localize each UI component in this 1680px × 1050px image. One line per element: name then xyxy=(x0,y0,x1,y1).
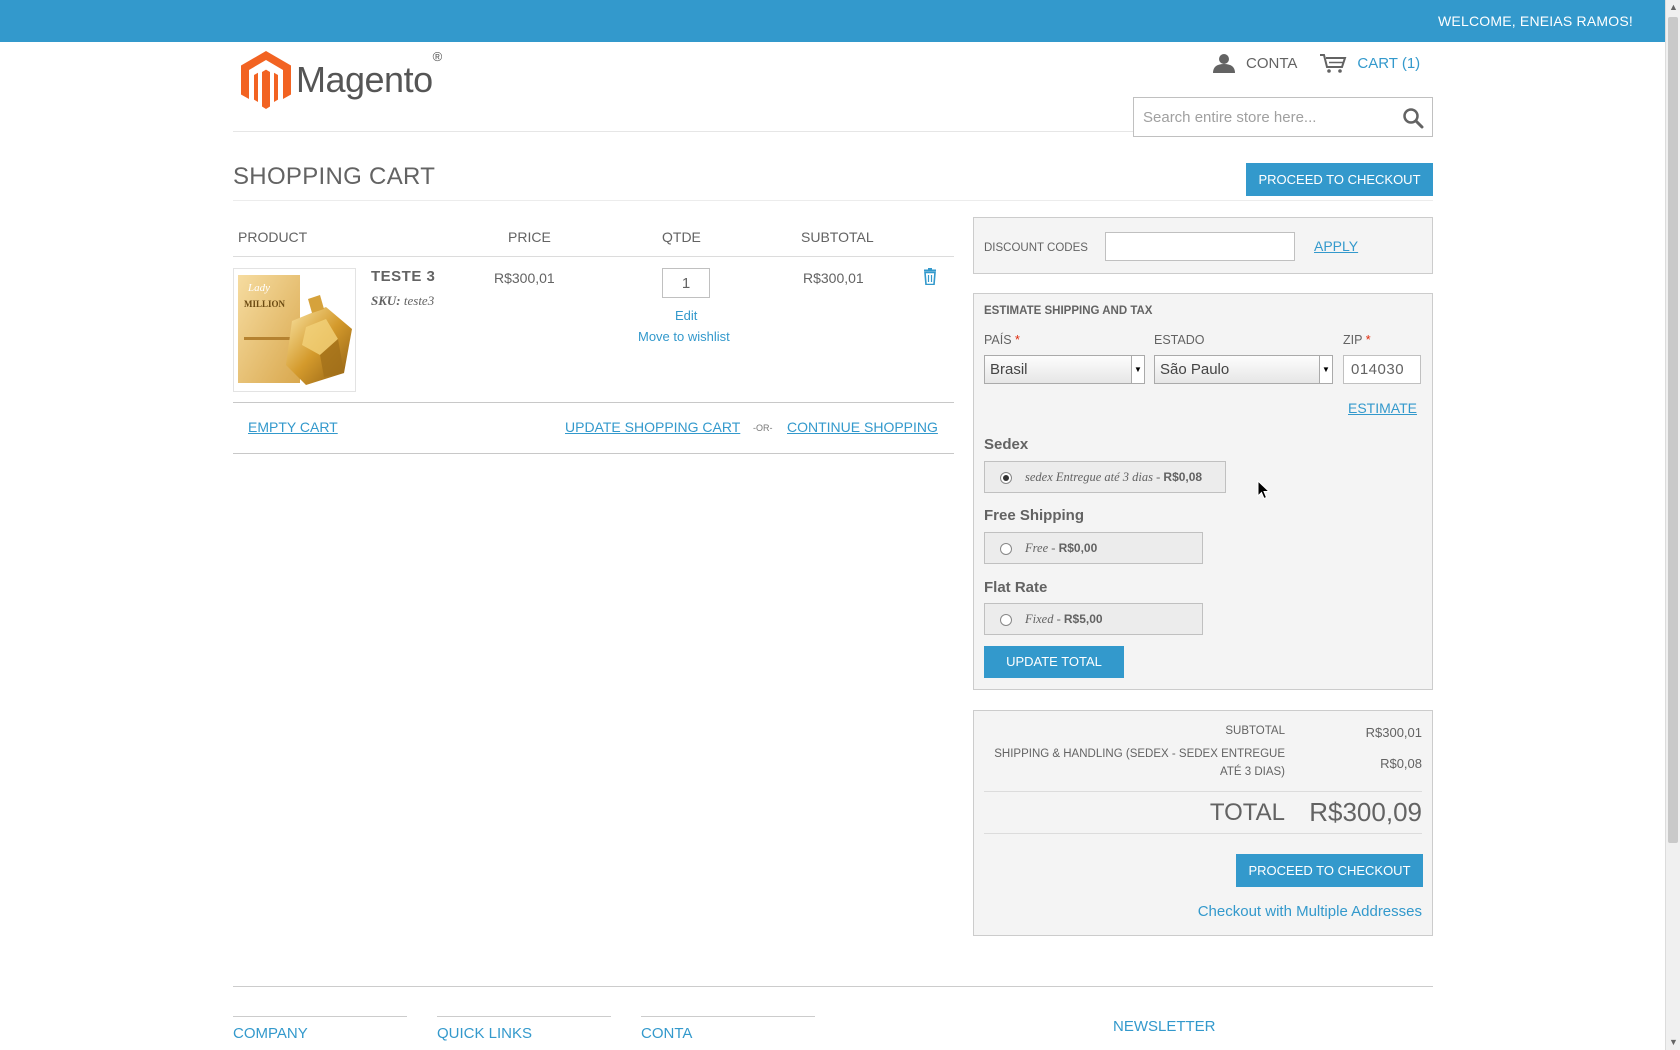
radio-free[interactable] xyxy=(1000,543,1012,555)
scroll-up-icon[interactable]: ▲ xyxy=(1669,3,1678,12)
carrier-sedex-title: Sedex xyxy=(984,436,1029,453)
account-link[interactable]: CONTA xyxy=(1212,53,1297,73)
update-total-button[interactable]: UPDATE TOTAL xyxy=(984,646,1124,678)
carrier-free-title: Free Shipping xyxy=(984,507,1085,524)
rate-option-free[interactable]: Free - R$0,00 xyxy=(984,532,1203,564)
column-subtotal: SUBTOTAL xyxy=(801,229,874,245)
welcome-message: WELCOME, ENEIAS RAMOS! xyxy=(1438,13,1633,29)
shipping-label-line2: ATÉ 3 DIAS) xyxy=(1220,766,1285,778)
multiple-addresses-link[interactable]: Checkout with Multiple Addresses xyxy=(1198,903,1422,920)
rate-free-text: Free - R$0,00 xyxy=(1025,541,1098,555)
rate-flatrate-text: Fixed - R$5,00 xyxy=(1025,612,1103,626)
user-icon xyxy=(1213,54,1235,73)
product-subtotal: R$300,01 xyxy=(803,270,864,286)
remove-item-button[interactable] xyxy=(923,268,937,288)
footer-company[interactable]: COMPANY xyxy=(233,1016,407,1042)
scroll-down-icon[interactable]: ▼ xyxy=(1669,1038,1678,1047)
cart-icon xyxy=(1320,54,1347,73)
apply-discount-link[interactable]: APPLY xyxy=(1314,238,1358,254)
radio-flatrate[interactable] xyxy=(1000,614,1012,626)
empty-cart-link[interactable]: EMPTY CART xyxy=(248,419,338,435)
search-button[interactable] xyxy=(1402,107,1424,132)
subtotal-value: R$300,01 xyxy=(1365,725,1422,740)
scrollbar[interactable]: ▲ ▼ xyxy=(1665,0,1680,1050)
discount-code-input[interactable] xyxy=(1105,232,1295,261)
shipping-estimate-panel: ESTIMATE SHIPPING AND TAX PAÍS * ESTADO … xyxy=(973,293,1433,690)
column-product: PRODUCT xyxy=(238,229,308,245)
column-price: PRICE xyxy=(508,229,551,245)
search-icon xyxy=(1403,108,1424,129)
update-shopping-cart-link[interactable]: UPDATE SHOPPING CART xyxy=(565,419,740,435)
chevron-down-icon: ▼ xyxy=(1131,356,1144,383)
cart-label: CART (1) xyxy=(1357,54,1421,72)
zip-input[interactable] xyxy=(1343,355,1421,384)
product-image[interactable]: Lady MILLION xyxy=(233,268,356,392)
zip-label: ZIP * xyxy=(1343,333,1371,347)
continue-shopping-link[interactable]: CONTINUE SHOPPING xyxy=(787,419,938,435)
estimate-link[interactable]: ESTIMATE xyxy=(1348,400,1417,416)
footer-account[interactable]: CONTA xyxy=(641,1016,815,1042)
search-box xyxy=(1133,97,1433,137)
subtotal-label: SUBTOTAL xyxy=(1225,725,1285,737)
logo-text: Magento® xyxy=(296,49,442,100)
discount-panel: DISCOUNT CODES APPLY xyxy=(973,217,1433,274)
magento-logo-icon xyxy=(241,51,291,109)
carrier-flatrate-title: Flat Rate xyxy=(984,579,1048,596)
radio-sedex[interactable] xyxy=(1000,472,1012,484)
grand-total-divider xyxy=(984,833,1422,834)
rate-sedex-text: sedex Entregue até 3 dias - R$0,08 xyxy=(1025,470,1203,484)
column-qty: QTDE xyxy=(662,229,701,245)
title-divider xyxy=(233,200,1433,201)
edit-item-link[interactable]: Edit xyxy=(675,308,697,323)
top-bar: WELCOME, ENEIAS RAMOS! xyxy=(0,0,1665,42)
trash-icon xyxy=(924,268,936,286)
footer-quick-links[interactable]: QUICK LINKS xyxy=(437,1016,611,1042)
move-to-wishlist-link[interactable]: Move to wishlist xyxy=(638,329,730,344)
page-title: SHOPPING CART xyxy=(233,163,436,190)
product-price: R$300,01 xyxy=(494,270,555,286)
header-links: CONTA CART (1) xyxy=(1212,53,1420,73)
header-divider xyxy=(233,131,1133,132)
svg-text:Lady: Lady xyxy=(247,282,270,294)
magento-logo[interactable]: Magento® xyxy=(241,49,442,109)
account-label: CONTA xyxy=(1246,54,1298,72)
grand-total-label: TOTAL xyxy=(1209,799,1285,826)
product-name[interactable]: TESTE 3 xyxy=(371,268,435,285)
totals-panel: SUBTOTAL R$300,01 SHIPPING & HANDLING (S… xyxy=(973,710,1433,936)
shipping-label-line1: SHIPPING & HANDLING (SEDEX - SEDEX ENTRE… xyxy=(994,748,1285,760)
search-input[interactable] xyxy=(1134,98,1384,136)
or-separator: -OR- xyxy=(753,423,773,433)
footer-divider xyxy=(233,986,1433,987)
table-header-divider xyxy=(233,256,954,257)
shipping-title: ESTIMATE SHIPPING AND TAX xyxy=(984,305,1153,317)
proceed-to-checkout-button[interactable]: PROCEED TO CHECKOUT xyxy=(1236,854,1423,887)
state-select[interactable]: São Paulo ▼ xyxy=(1154,355,1333,384)
country-select[interactable]: Brasil ▼ xyxy=(984,355,1145,384)
actions-divider xyxy=(233,453,954,454)
product-sku: SKU: teste3 xyxy=(371,293,435,308)
row-divider xyxy=(233,402,954,403)
scroll-thumb[interactable] xyxy=(1668,17,1678,843)
mouse-cursor-icon xyxy=(1257,480,1270,500)
state-label: ESTADO xyxy=(1154,333,1205,347)
country-label: PAÍS * xyxy=(984,333,1020,347)
proceed-to-checkout-top-button[interactable]: PROCEED TO CHECKOUT xyxy=(1246,163,1433,196)
cart-link[interactable]: CART (1) xyxy=(1319,53,1420,73)
country-value: Brasil xyxy=(990,361,1028,378)
shipping-value: R$0,08 xyxy=(1380,756,1422,771)
rate-option-sedex[interactable]: sedex Entregue até 3 dias - R$0,08 xyxy=(984,461,1226,493)
quantity-input[interactable] xyxy=(662,268,710,298)
chevron-down-icon: ▼ xyxy=(1319,356,1332,383)
perfume-image: Lady MILLION xyxy=(238,275,352,385)
totals-divider xyxy=(984,791,1422,792)
grand-total-value: R$300,09 xyxy=(1309,797,1422,827)
state-value: São Paulo xyxy=(1160,361,1230,378)
footer-newsletter[interactable]: NEWSLETTER xyxy=(1113,1018,1216,1035)
svg-text:MILLION: MILLION xyxy=(244,299,286,309)
rate-option-flatrate[interactable]: Fixed - R$5,00 xyxy=(984,603,1203,635)
discount-label: DISCOUNT CODES xyxy=(984,242,1088,254)
